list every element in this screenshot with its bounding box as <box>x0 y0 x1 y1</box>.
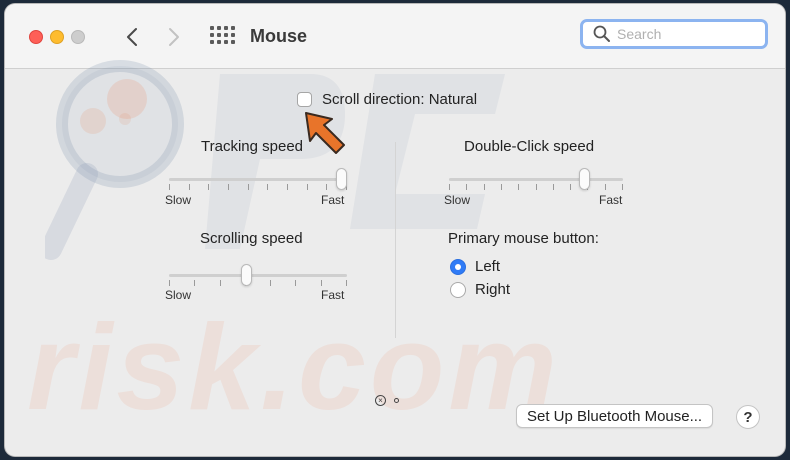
left-radio[interactable] <box>450 258 466 275</box>
slider-tick <box>321 280 322 286</box>
magnifier-icon <box>593 25 610 42</box>
slider-track[interactable] <box>169 274 347 277</box>
double-click-slow-label: Slow <box>444 193 471 207</box>
slider-tick <box>287 184 288 190</box>
page-dot-current[interactable]: × <box>375 395 386 406</box>
tracking-slow-label: Slow <box>165 193 192 207</box>
minimize-window-button[interactable] <box>50 30 64 44</box>
slider-tick <box>208 184 209 190</box>
double-click-fast-label: Fast <box>599 193 623 207</box>
slider-tick <box>189 184 190 190</box>
slider-tick <box>449 184 450 190</box>
scrolling-speed-label: Scrolling speed <box>200 230 303 247</box>
slider-tick <box>270 280 271 286</box>
slider-tick <box>267 184 268 190</box>
double-click-speed-slider[interactable] <box>449 168 623 202</box>
left-radio-label: Left <box>475 258 501 275</box>
primary-right-option[interactable]: Right <box>450 281 510 298</box>
slider-tick <box>605 184 606 190</box>
set-up-bluetooth-mouse-button[interactable]: Set Up Bluetooth Mouse... <box>516 404 714 428</box>
scrolling-slow-label: Slow <box>165 288 192 302</box>
zoom-window-button[interactable] <box>71 30 85 44</box>
slider-tick <box>536 184 537 190</box>
primary-left-option[interactable]: Left <box>450 258 500 275</box>
slider-tick <box>553 184 554 190</box>
help-button[interactable]: ? <box>736 405 760 429</box>
show-all-grid-button[interactable] <box>210 26 235 48</box>
double-click-speed-label: Double-Click speed <box>464 138 595 155</box>
search-field[interactable] <box>580 19 768 49</box>
preferences-content: risk.com Scroll direction: Natural Track… <box>5 60 785 456</box>
slider-tick <box>307 184 308 190</box>
slider-thumb[interactable] <box>579 168 590 190</box>
window-title: Mouse <box>250 26 308 46</box>
back-button[interactable] <box>121 24 143 50</box>
slider-thumb[interactable] <box>241 264 252 286</box>
slider-thumb[interactable] <box>336 168 347 190</box>
watermark-text: risk.com <box>27 299 561 435</box>
slider-tick <box>466 184 467 190</box>
slider-tick <box>248 184 249 190</box>
slider-tick <box>169 280 170 286</box>
slider-tick <box>484 184 485 190</box>
orange-arrow-icon <box>305 112 345 154</box>
scrolling-fast-label: Fast <box>321 288 345 302</box>
slider-tick <box>220 280 221 286</box>
tracking-speed-label: Tracking speed <box>201 138 303 155</box>
tracking-fast-label: Fast <box>321 193 345 207</box>
title-bar: Mouse <box>5 4 785 69</box>
column-divider <box>395 142 396 338</box>
preferences-window: Mouse risk.com Scroll direction: Natural <box>5 4 785 456</box>
scroll-direction-checkbox[interactable] <box>297 92 312 107</box>
slider-tick <box>346 280 347 286</box>
right-radio[interactable] <box>450 281 466 298</box>
scroll-direction-label: Scroll direction: Natural <box>322 91 478 108</box>
slider-tick <box>622 184 623 190</box>
slider-tick <box>228 184 229 190</box>
page-dot[interactable] <box>394 398 399 403</box>
chevron-right-icon <box>169 28 179 46</box>
slider-tick <box>570 184 571 190</box>
forward-button[interactable] <box>163 24 185 50</box>
slider-tick <box>295 280 296 286</box>
primary-mouse-button-label: Primary mouse button: <box>448 230 599 247</box>
page-indicator: × <box>375 395 399 406</box>
slider-tick <box>326 184 327 190</box>
slider-track[interactable] <box>169 178 347 181</box>
slider-track[interactable] <box>449 178 623 181</box>
slider-tick <box>169 184 170 190</box>
slider-tick <box>194 280 195 286</box>
slider-tick <box>501 184 502 190</box>
right-radio-label: Right <box>475 281 511 298</box>
slider-tick <box>518 184 519 190</box>
chevron-left-icon <box>127 28 137 46</box>
search-input[interactable] <box>615 25 759 43</box>
close-window-button[interactable] <box>29 30 43 44</box>
scroll-direction-row: Scroll direction: Natural <box>297 91 477 108</box>
